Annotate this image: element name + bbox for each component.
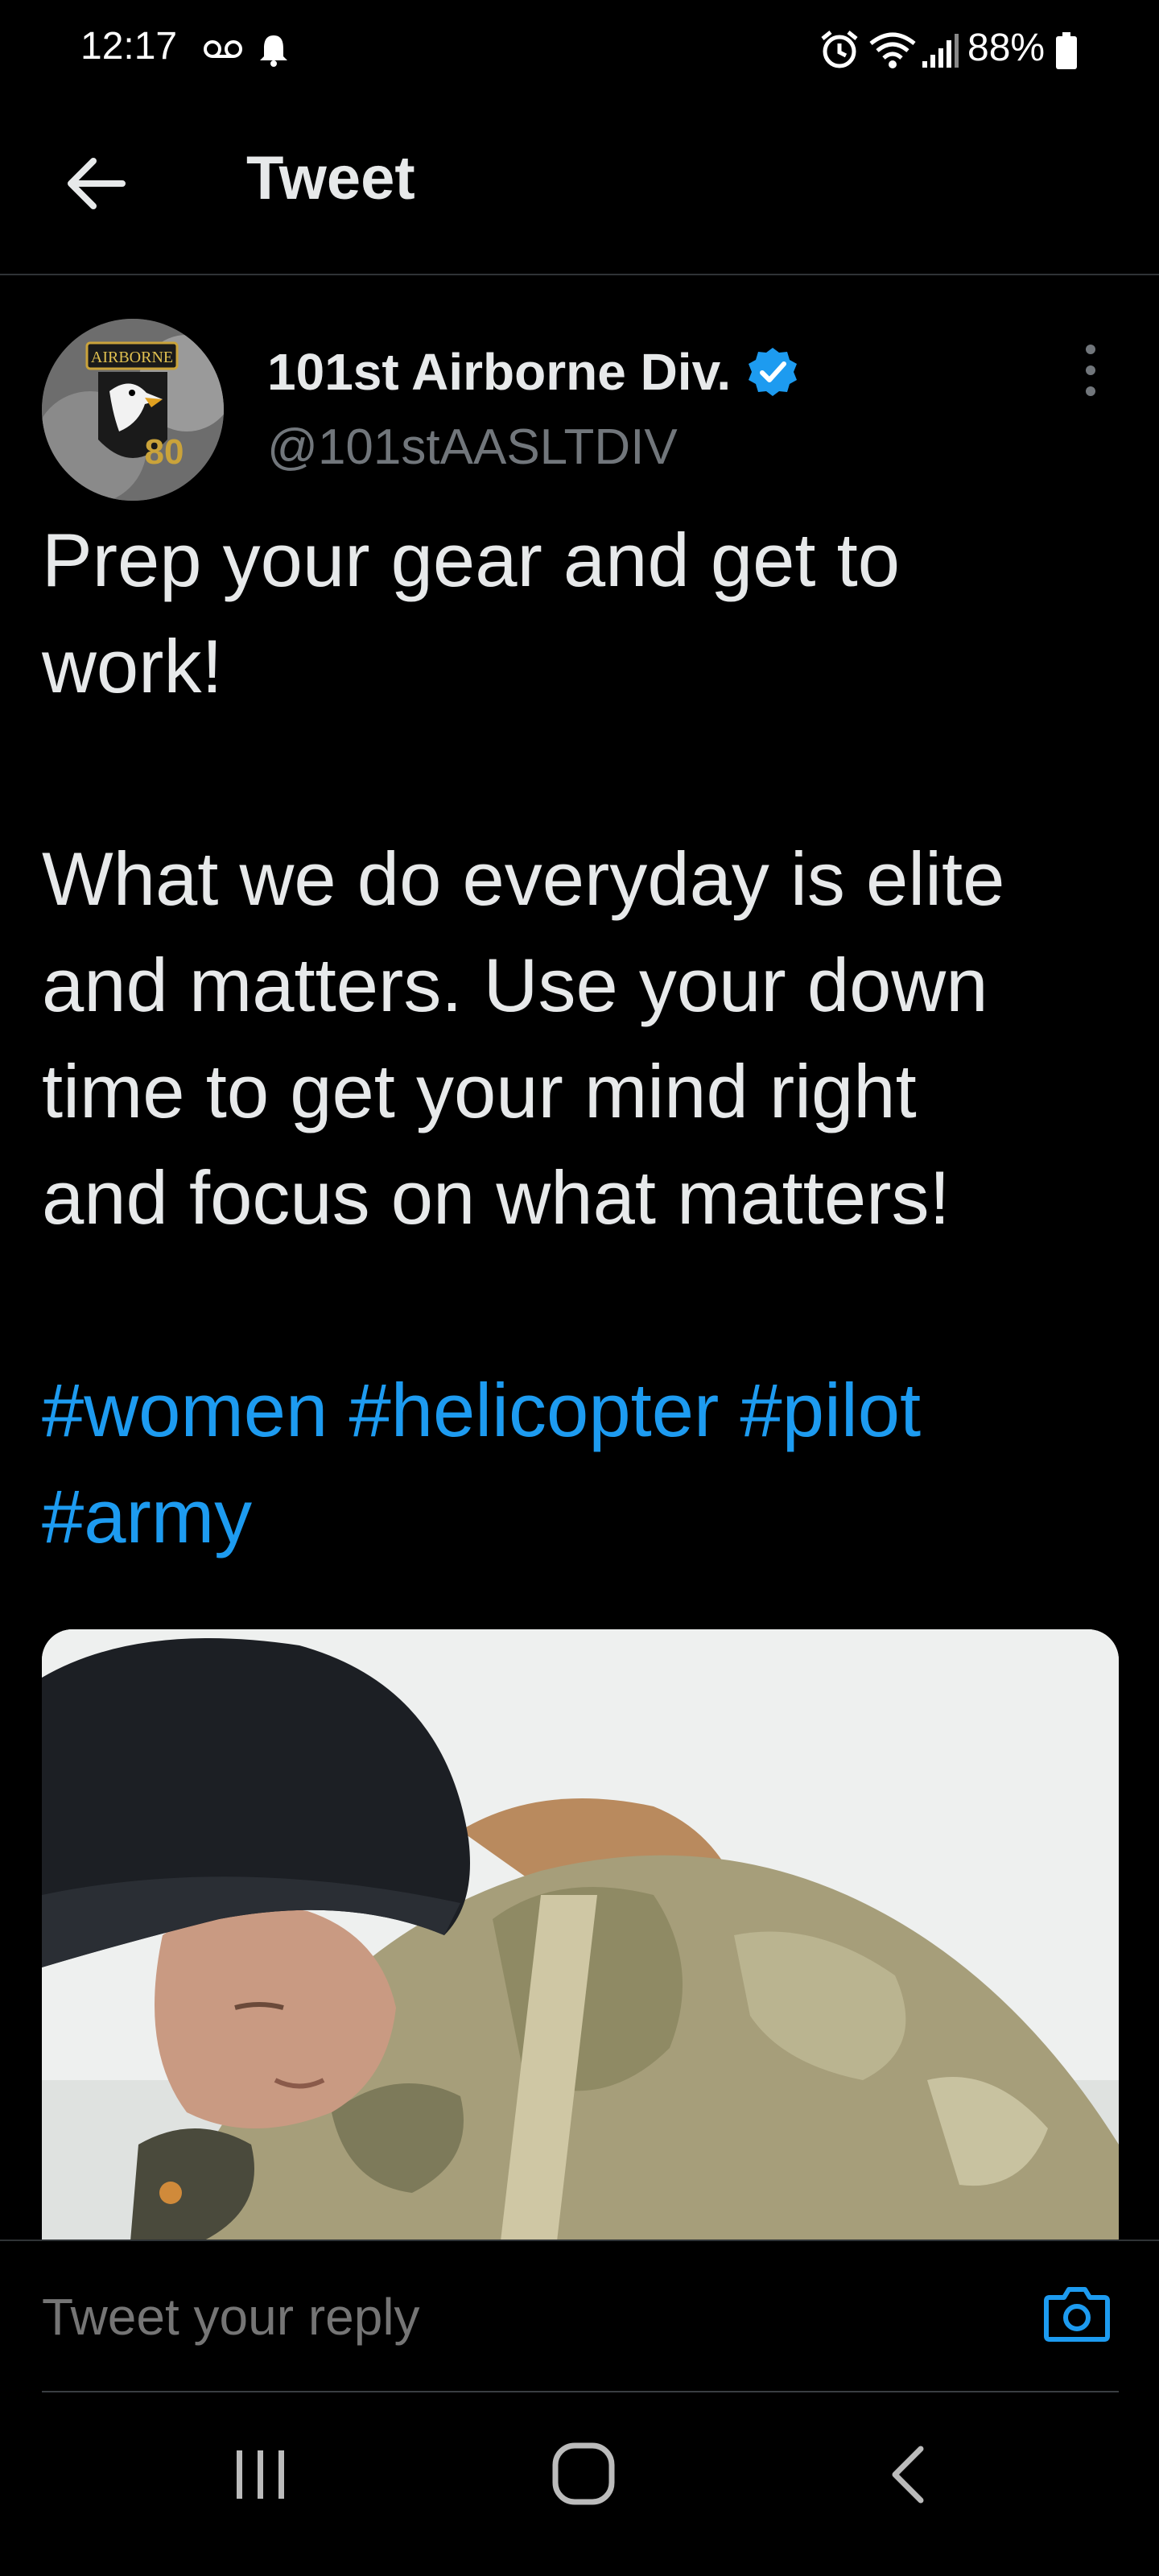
avatar-number: 80 xyxy=(145,432,184,472)
hashtag-helicopter[interactable]: #helicopter xyxy=(349,1368,719,1452)
tweet-text-line: and focus on what matters! xyxy=(42,1155,951,1240)
tweet-text-line: time to get your mind right xyxy=(42,1049,917,1133)
author-name[interactable]: 101st Airborne Div. xyxy=(267,342,731,402)
author-row[interactable]: 101st Airborne Div. xyxy=(267,332,798,412)
wifi-icon xyxy=(869,32,916,68)
camera-icon[interactable] xyxy=(1041,2278,1112,2349)
hashtag-list: #women #helicopter #pilot #army xyxy=(42,1357,1120,1570)
more-options-icon[interactable] xyxy=(1070,338,1111,402)
alarm-icon xyxy=(821,31,858,68)
hashtag-women[interactable]: #women xyxy=(42,1368,328,1452)
back-arrow-icon[interactable] xyxy=(58,145,135,222)
reply-input[interactable] xyxy=(42,2285,967,2349)
tweet-text-line: What we do everyday is elite xyxy=(42,836,1005,921)
top-app-bar: Tweet xyxy=(0,105,1159,275)
tweet-text-line: and matters. Use your down xyxy=(42,943,988,1027)
bell-icon xyxy=(260,35,287,67)
hashtag-pilot[interactable]: #pilot xyxy=(740,1368,921,1452)
status-bar: 12:17 88% xyxy=(0,0,1159,105)
avatar[interactable]: AIRBORNE 80 xyxy=(42,319,224,501)
page-title: Tweet xyxy=(246,144,415,213)
tweet-text-line: Prep your gear and get to xyxy=(42,518,901,602)
tweet-text-line: work! xyxy=(42,624,223,708)
hashtag-army[interactable]: #army xyxy=(42,1474,252,1558)
tweet-text: Prep your gear and get to work! What we … xyxy=(42,507,1120,1251)
back-chevron-icon[interactable] xyxy=(877,2442,942,2507)
reply-bar xyxy=(0,2240,1159,2393)
tweet-detail-screen: 12:17 88% Tweet AIRBORNE 80 101st Airbor… xyxy=(0,0,1159,2576)
tweet-text-gap xyxy=(42,720,1120,826)
signal-icon xyxy=(922,34,959,68)
avatar-badge-text: AIRBORNE xyxy=(91,349,173,366)
author-handle[interactable]: @101stAASLTDIV xyxy=(267,419,678,476)
airborne-insignia-image: AIRBORNE 80 xyxy=(42,319,224,501)
verified-badge-icon xyxy=(749,348,798,396)
voicemail-icon xyxy=(204,40,242,58)
battery-icon xyxy=(1056,32,1077,69)
tweet-media-video[interactable] xyxy=(42,1629,1119,2241)
soldier-photo xyxy=(42,1629,1119,2241)
status-time: 12:17 xyxy=(80,25,178,68)
recent-apps-icon[interactable] xyxy=(229,2442,293,2507)
home-icon[interactable] xyxy=(551,2441,617,2507)
battery-percent: 88% xyxy=(967,27,1046,69)
system-navigation-bar xyxy=(0,2392,1159,2576)
